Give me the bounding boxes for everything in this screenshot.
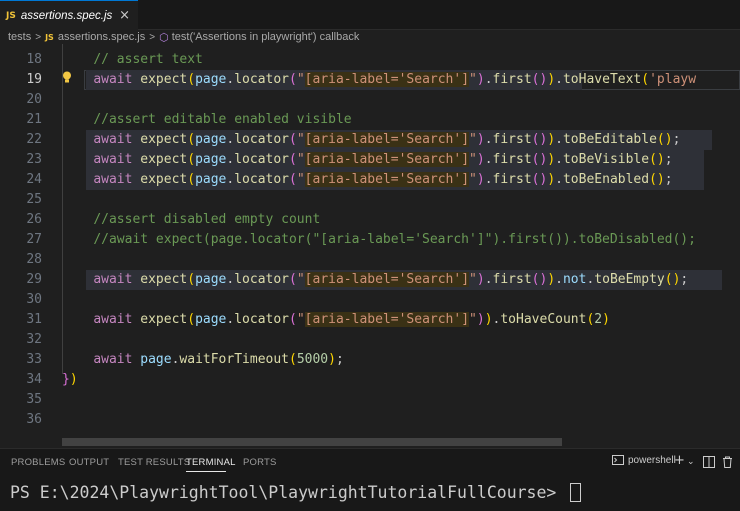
code-line[interactable]: 21 //assert editable enabled visible <box>0 110 740 130</box>
tab-ports[interactable]: PORTS <box>243 457 277 468</box>
code-line[interactable]: 35 <box>0 390 740 410</box>
trash-icon[interactable] <box>722 456 733 468</box>
code-line[interactable]: 18 // assert text <box>0 50 740 70</box>
line-text: }) <box>62 372 78 387</box>
code-line[interactable]: 27 //await expect(page.locator("[aria-la… <box>0 230 740 250</box>
plus-icon[interactable]: + <box>674 453 685 468</box>
code-editor[interactable]: 18 // assert text 19 await expect(page.l… <box>0 44 740 448</box>
code-line[interactable]: 26 //assert disabled empty count <box>0 210 740 230</box>
tab-label: assertions.spec.js <box>20 9 113 22</box>
line-text: //assert disabled empty count <box>93 212 321 227</box>
cube-icon: ⬡ <box>159 31 169 44</box>
bottom-panel: PROBLEMS OUTPUT TEST RESULTS TERMINAL PO… <box>0 448 740 511</box>
line-number: 24 <box>26 172 42 187</box>
breadcrumb-folder[interactable]: tests <box>8 31 31 43</box>
line-number: 18 <box>26 52 42 67</box>
javascript-file-icon: JS <box>45 32 54 42</box>
line-number: 22 <box>26 132 42 147</box>
line-text: await expect(page.locator("[aria-label='… <box>93 172 673 187</box>
breadcrumb-file[interactable]: assertions.spec.js <box>58 31 145 43</box>
javascript-file-icon: JS <box>6 10 16 21</box>
tab-output[interactable]: OUTPUT <box>69 457 109 468</box>
close-icon[interactable]: × <box>119 8 130 23</box>
line-text: //assert editable enabled visible <box>93 112 352 127</box>
line-number: 23 <box>26 152 42 167</box>
code-line[interactable]: 20 <box>0 90 740 110</box>
tab-problems[interactable]: PROBLEMS <box>11 457 65 468</box>
line-number: 29 <box>26 272 42 287</box>
terminal-cursor <box>570 483 582 502</box>
line-number: 20 <box>26 92 42 107</box>
code-line[interactable]: 36 <box>0 410 740 430</box>
line-number: 33 <box>26 352 42 367</box>
terminal-shell-selector[interactable]: powershell <box>612 454 676 466</box>
line-text: await expect(page.locator("[aria-label='… <box>93 152 673 167</box>
line-number: 32 <box>26 332 42 347</box>
line-text: await expect(page.locator("[aria-label='… <box>93 72 697 87</box>
breadcrumb-symbol[interactable]: test('Assertions in playwright') callbac… <box>172 31 360 43</box>
code-line[interactable]: 25 <box>0 190 740 210</box>
code-line[interactable]: 33 await page.waitForTimeout(5000); <box>0 350 740 370</box>
line-number: 19 <box>26 72 42 87</box>
chevron-right-icon: > <box>149 31 156 43</box>
code-line[interactable]: 32 <box>0 330 740 350</box>
code-line[interactable]: 28 <box>0 250 740 270</box>
shell-name: powershell <box>628 454 676 466</box>
terminal-prompt: PS E:\2024\PlaywrightTool\PlaywrightTuto… <box>10 483 567 502</box>
line-number: 25 <box>26 192 42 207</box>
line-number: 36 <box>26 412 42 427</box>
horizontal-scrollbar[interactable] <box>62 438 562 446</box>
code-line[interactable]: 22 await expect(page.locator("[aria-labe… <box>0 130 740 150</box>
line-text: await expect(page.locator("[aria-label='… <box>93 132 681 147</box>
line-number: 35 <box>26 392 42 407</box>
tab-terminal[interactable]: TERMINAL <box>186 457 236 468</box>
code-line[interactable]: 24 await expect(page.locator("[aria-labe… <box>0 170 740 190</box>
line-text: //await expect(page.locator("[aria-label… <box>93 232 696 247</box>
chevron-down-icon[interactable]: ⌄ <box>687 457 695 467</box>
line-number: 21 <box>26 112 42 127</box>
line-text: // assert text <box>93 52 203 67</box>
breadcrumb: tests > JS assertions.spec.js > ⬡ test('… <box>0 30 740 44</box>
code-line[interactable]: 29 await expect(page.locator("[aria-labe… <box>0 270 740 290</box>
code-line[interactable]: 34 }) <box>0 370 740 390</box>
code-line-active[interactable]: 19 await expect(page.locator("[aria-labe… <box>0 70 740 90</box>
code-line[interactable]: 23 await expect(page.locator("[aria-labe… <box>0 150 740 170</box>
split-icon[interactable] <box>703 456 715 468</box>
line-text: await page.waitForTimeout(5000); <box>93 352 344 367</box>
active-tab-indicator <box>186 471 226 472</box>
line-number: 31 <box>26 312 42 327</box>
line-number: 34 <box>26 372 42 387</box>
tab-assertions-spec[interactable]: JS assertions.spec.js × <box>0 0 138 30</box>
terminal-icon <box>612 455 624 465</box>
code-line[interactable]: 30 <box>0 290 740 310</box>
line-number: 26 <box>26 212 42 227</box>
tab-test-results[interactable]: TEST RESULTS <box>118 457 190 468</box>
terminal-output[interactable]: PS E:\2024\PlaywrightTool\PlaywrightTuto… <box>10 483 582 503</box>
line-text: await expect(page.locator("[aria-label='… <box>93 272 689 287</box>
line-number: 30 <box>26 292 42 307</box>
editor-tab-bar: JS assertions.spec.js × <box>0 0 740 30</box>
line-number: 27 <box>26 232 42 247</box>
line-number: 28 <box>26 252 42 267</box>
code-line[interactable]: 31 await expect(page.locator("[aria-labe… <box>0 310 740 330</box>
chevron-right-icon: > <box>35 31 42 43</box>
line-text: await expect(page.locator("[aria-label='… <box>93 312 610 327</box>
panel-tabs: PROBLEMS OUTPUT TEST RESULTS TERMINAL PO… <box>0 449 740 475</box>
